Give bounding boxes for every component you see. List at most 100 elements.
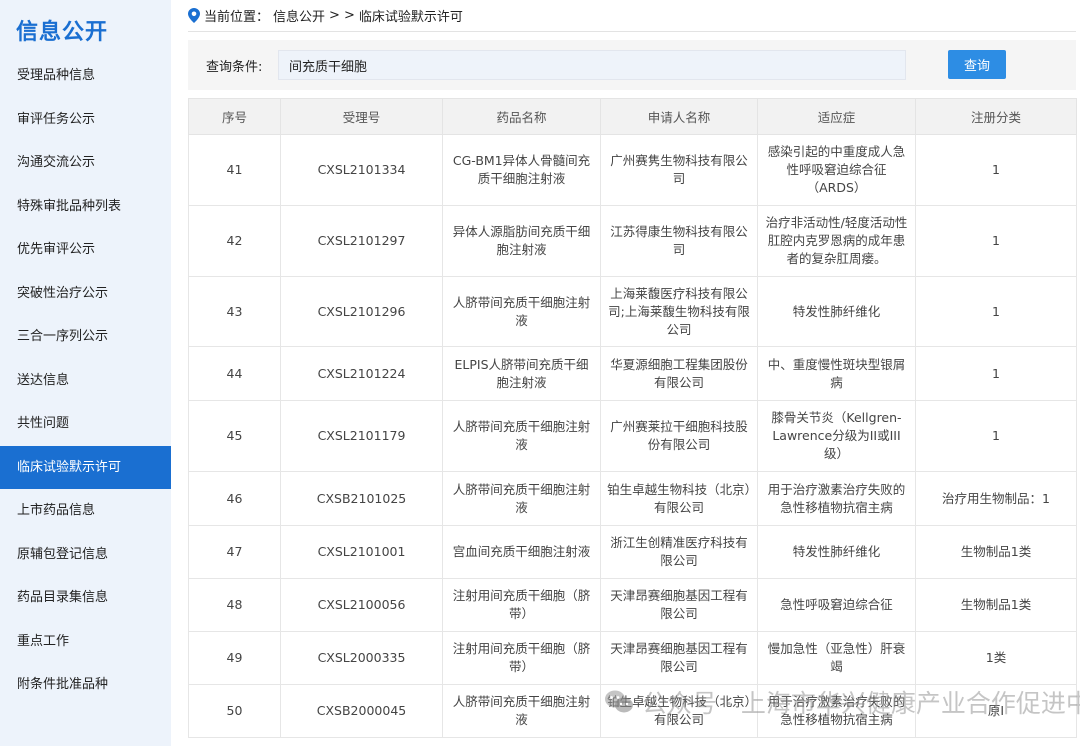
header-registration-class: 注册分类 <box>915 98 1077 135</box>
cell-registration-class: 1类 <box>915 631 1077 685</box>
cell-acceptance-no: CXSL2101296 <box>280 276 443 347</box>
cell-applicant: 上海莱馥医疗科技有限公司;上海莱馥生物科技有限公司 <box>600 276 758 347</box>
sidebar-item[interactable]: 药品目录集信息 <box>0 576 171 620</box>
sidebar-item[interactable]: 受理品种信息 <box>0 54 171 98</box>
cell-drug-name: 人脐带间充质干细胞注射液 <box>442 400 601 472</box>
location-pin-icon <box>188 8 200 23</box>
cell-index: 42 <box>188 205 281 277</box>
sidebar-item[interactable]: 原辅包登记信息 <box>0 533 171 577</box>
cell-applicant: 天津昂赛细胞基因工程有限公司 <box>600 631 758 685</box>
cell-indication: 用于治疗激素治疗失败的急性移植物抗宿主病 <box>757 471 916 526</box>
cell-indication: 急性呼吸窘迫综合征 <box>757 578 916 632</box>
results-table: 序号 受理号 药品名称 申请人名称 适应症 注册分类 41 CXSL2101334… <box>188 98 1077 738</box>
sidebar-item[interactable]: 三合一序列公示 <box>0 315 171 359</box>
cell-drug-name: 宫血间充质干细胞注射液 <box>442 525 601 579</box>
query-bar: 查询条件: 查询 <box>188 40 1076 90</box>
table-row: 48 CXSL2100056 注射用间充质干细胞（脐带） 天津昂赛细胞基因工程有限公司… <box>188 578 1077 632</box>
table-row: 41 CXSL2101334 CG-BM1异体人骨髓间充质干细胞注射液 广州赛隽生物科… <box>188 134 1077 206</box>
cell-index: 43 <box>188 276 281 347</box>
cell-acceptance-no: CXSL2101179 <box>280 400 443 472</box>
sidebar-item[interactable]: 附条件批准品种 <box>0 663 171 707</box>
cell-registration-class: 生物制品1类 <box>915 578 1077 632</box>
table-row: 46 CXSB2101025 人脐带间充质干细胞注射液 铂生卓越生物科技（北京）有限公… <box>188 471 1077 526</box>
cell-drug-name: 注射用间充质干细胞（脐带） <box>442 631 601 685</box>
main-content: 当前位置： 信息公开 > > 临床试验默示许可 查询条件: 查询 序号 受理号 … <box>188 0 1080 746</box>
cell-applicant: 江苏得康生物科技有限公司 <box>600 205 758 277</box>
cell-registration-class: 1 <box>915 205 1077 277</box>
header-applicant: 申请人名称 <box>600 98 758 135</box>
sidebar: 信息公开 受理品种信息 审评任务公示 沟通交流公示 特殊审批品种列表 优先审评公示 突破性… <box>0 0 171 746</box>
breadcrumb-prefix: 当前位置： <box>204 10 270 25</box>
cell-index: 47 <box>188 525 281 579</box>
breadcrumb-separator: > <box>343 8 355 23</box>
sidebar-item[interactable]: 重点工作 <box>0 620 171 664</box>
cell-registration-class: 1 <box>915 134 1077 206</box>
sidebar-nav: 受理品种信息 审评任务公示 沟通交流公示 特殊审批品种列表 优先审评公示 突破性治疗公示三… <box>0 54 171 707</box>
cell-index: 44 <box>188 346 281 401</box>
cell-registration-class: 1 <box>915 346 1077 401</box>
cell-registration-class: 1 <box>915 276 1077 347</box>
cell-indication: 中、重度慢性斑块型银屑病 <box>757 346 916 401</box>
cell-registration-class: 生物制品1类 <box>915 525 1077 579</box>
table-header-row: 序号 受理号 药品名称 申请人名称 适应症 注册分类 <box>188 98 1077 135</box>
breadcrumb-current[interactable]: 临床试验默示许可 <box>359 6 463 25</box>
cell-applicant: 广州赛莱拉干细胞科技股份有限公司 <box>600 400 758 472</box>
sidebar-item[interactable]: 审评任务公示 <box>0 98 171 142</box>
cell-registration-class: 原I <box>915 684 1077 738</box>
cell-applicant: 铂生卓越生物科技（北京）有限公司 <box>600 471 758 526</box>
table-row: 44 CXSL2101224 ELPIS人脐带间充质干细胞注射液 华夏源细胞工程集团股… <box>188 346 1077 401</box>
sidebar-item[interactable]: 共性问题 <box>0 402 171 446</box>
cell-drug-name: CG-BM1异体人骨髓间充质干细胞注射液 <box>442 134 601 206</box>
cell-registration-class: 治疗用生物制品：1 <box>915 471 1077 526</box>
sidebar-title: 信息公开 <box>16 20 109 45</box>
sidebar-item[interactable]: 特殊审批品种列表 <box>0 185 171 229</box>
cell-index: 50 <box>188 684 281 738</box>
table-row: 42 CXSL2101297 异体人源脂肪间充质干细胞注射液 江苏得康生物科技有限公司… <box>188 205 1077 277</box>
cell-applicant: 浙江生创精准医疗科技有限公司 <box>600 525 758 579</box>
cell-applicant: 华夏源细胞工程集团股份有限公司 <box>600 346 758 401</box>
header-indication: 适应症 <box>757 98 916 135</box>
breadcrumb-link-info[interactable]: 信息公开 <box>273 6 325 25</box>
query-button[interactable]: 查询 <box>948 50 1006 79</box>
cell-acceptance-no: CXSB2000045 <box>280 684 443 738</box>
cell-drug-name: 人脐带间充质干细胞注射液 <box>442 276 601 347</box>
cell-drug-name: 人脐带间充质干细胞注射液 <box>442 684 601 738</box>
cell-index: 45 <box>188 400 281 472</box>
cell-acceptance-no: CXSL2000335 <box>280 631 443 685</box>
cell-index: 41 <box>188 134 281 206</box>
table-row: 49 CXSL2000335 注射用间充质干细胞（脐带） 天津昂赛细胞基因工程有限公司… <box>188 631 1077 685</box>
sidebar-item[interactable]: 临床试验默示许可 <box>0 445 171 489</box>
sidebar-item[interactable]: 突破性治疗公示 <box>0 272 171 316</box>
breadcrumb-separator: > <box>329 8 340 23</box>
cell-indication: 用于治疗激素治疗失败的急性移植物抗宿主病 <box>757 684 916 738</box>
sidebar-item[interactable]: 送达信息 <box>0 359 171 403</box>
query-label: 查询条件: <box>206 59 263 75</box>
sidebar-item[interactable]: 上市药品信息 <box>0 489 171 533</box>
cell-applicant: 铂生卓越生物科技（北京）有限公司 <box>600 684 758 738</box>
query-input[interactable] <box>278 50 906 80</box>
cell-applicant: 天津昂赛细胞基因工程有限公司 <box>600 578 758 632</box>
header-acceptance-no: 受理号 <box>280 98 443 135</box>
breadcrumb: 当前位置： 信息公开 > > 临床试验默示许可 <box>188 0 1076 32</box>
cell-applicant: 广州赛隽生物科技有限公司 <box>600 134 758 206</box>
cell-acceptance-no: CXSL2100056 <box>280 578 443 632</box>
sidebar-item[interactable]: 沟通交流公示 <box>0 141 171 185</box>
sidebar-item[interactable]: 优先审评公示 <box>0 228 171 272</box>
cell-index: 49 <box>188 631 281 685</box>
cell-registration-class: 1 <box>915 400 1077 472</box>
cell-indication: 慢加急性（亚急性）肝衰竭 <box>757 631 916 685</box>
cell-indication: 特发性肺纤维化 <box>757 276 916 347</box>
table-row: 50 CXSB2000045 人脐带间充质干细胞注射液 铂生卓越生物科技（北京）有限公… <box>188 684 1077 738</box>
cell-drug-name: 异体人源脂肪间充质干细胞注射液 <box>442 205 601 277</box>
cell-indication: 治疗非活动性/轻度活动性肛腔内克罗恩病的成年患者的复杂肛周瘘。 <box>757 205 916 277</box>
table-row: 43 CXSL2101296 人脐带间充质干细胞注射液 上海莱馥医疗科技有限公司;上海… <box>188 276 1077 347</box>
cell-acceptance-no: CXSL2101001 <box>280 525 443 579</box>
cell-indication: 特发性肺纤维化 <box>757 525 916 579</box>
table-row: 47 CXSL2101001 宫血间充质干细胞注射液 浙江生创精准医疗科技有限公司 特发… <box>188 525 1077 579</box>
cell-drug-name: 注射用间充质干细胞（脐带） <box>442 578 601 632</box>
cell-acceptance-no: CXSL2101297 <box>280 205 443 277</box>
cell-acceptance-no: CXSB2101025 <box>280 471 443 526</box>
cell-drug-name: ELPIS人脐带间充质干细胞注射液 <box>442 346 601 401</box>
cell-indication: 膝骨关节炎（Kellgren-Lawrence分级为II或III级） <box>757 400 916 472</box>
cell-acceptance-no: CXSL2101224 <box>280 346 443 401</box>
